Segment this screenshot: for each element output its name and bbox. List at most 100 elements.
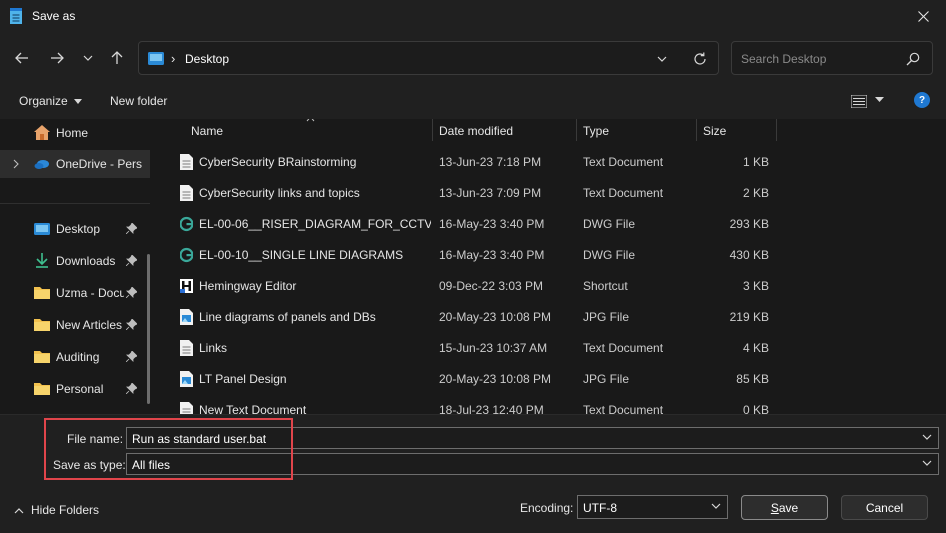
encoding-select[interactable]: UTF-8 — [577, 495, 728, 519]
new-folder-button[interactable]: New folder — [110, 94, 167, 108]
column-header-name[interactable]: Name — [170, 119, 433, 141]
breadcrumb-desktop[interactable]: Desktop — [185, 52, 229, 66]
file-size: 293 KB — [729, 217, 769, 231]
save-button[interactable]: Save — [741, 495, 828, 520]
pin-icon[interactable] — [126, 223, 137, 234]
chevron-down-icon[interactable] — [922, 460, 932, 466]
search-box[interactable]: Search Desktop — [731, 41, 933, 75]
file-date: 18-Jul-23 12:40 PM — [439, 403, 544, 414]
sidebar-item-onedrive[interactable]: OneDrive - Personal — [0, 150, 150, 178]
file-size: 1 KB — [742, 155, 769, 169]
table-row[interactable]: CyberSecurity BRainstorming 13-Jun-23 7:… — [170, 146, 946, 177]
file-size: 3 KB — [742, 279, 769, 293]
file-type: DWG File — [583, 217, 635, 231]
pin-icon[interactable] — [126, 319, 137, 330]
table-row[interactable]: Links 15-Jun-23 10:37 AM Text Document 4… — [170, 332, 946, 363]
file-name: Links — [199, 341, 228, 355]
close-icon — [917, 11, 929, 22]
arrow-left-icon — [15, 52, 28, 64]
sidebar-item-auditing[interactable]: Auditing — [0, 343, 150, 371]
folder-icon — [34, 383, 50, 395]
file-date: 20-May-23 10:08 PM — [439, 372, 552, 386]
navigation-pane: Home OneDrive - Personal Desktop Downloa… — [0, 119, 160, 414]
sidebar-item-uzma-documents[interactable]: Uzma - Documents — [0, 279, 150, 307]
view-options-caret-icon[interactable] — [875, 97, 884, 102]
chevron-down-icon[interactable] — [922, 434, 932, 440]
file-size: 2 KB — [742, 186, 769, 200]
sidebar-item-label: OneDrive - Personal — [56, 157, 142, 171]
table-row[interactable]: New Text Document 18-Jul-23 12:40 PM Tex… — [170, 394, 946, 414]
column-header-date[interactable]: Date modified — [432, 119, 577, 141]
pin-icon[interactable] — [126, 287, 137, 298]
column-label: Type — [583, 124, 610, 138]
cancel-button[interactable]: Cancel — [841, 495, 928, 520]
file-type: Shortcut — [583, 279, 628, 293]
file-size: 0 KB — [742, 403, 769, 414]
file-size: 4 KB — [742, 341, 769, 355]
sidebar-item-downloads[interactable]: Downloads — [0, 247, 150, 275]
hide-folders-button[interactable]: Hide Folders — [14, 503, 99, 517]
window-title: Save as — [32, 9, 76, 23]
column-header-type[interactable]: Type — [576, 119, 697, 141]
organize-menu[interactable]: Organize — [19, 94, 83, 108]
onedrive-cloud-icon — [34, 160, 49, 169]
download-arrow-icon — [36, 253, 48, 268]
file-name: CyberSecurity links and topics — [199, 186, 360, 200]
sidebar-scrollbar[interactable] — [147, 254, 150, 404]
column-header-size[interactable]: Size — [696, 119, 777, 141]
file-date: 15-Jun-23 10:37 AM — [439, 341, 548, 355]
table-row[interactable]: EL-00-06__RISER_DIAGRAM_FOR_CCTV_SYSTEM … — [170, 208, 946, 239]
file-name: EL-00-06__RISER_DIAGRAM_FOR_CCTV_SYSTEM — [199, 217, 431, 231]
sidebar-item-desktop[interactable]: Desktop — [0, 215, 150, 243]
help-icon[interactable]: ? — [914, 92, 930, 108]
table-row[interactable]: CyberSecurity links and topics 13-Jun-23… — [170, 177, 946, 208]
file-type: Text Document — [583, 186, 664, 200]
file-size: 219 KB — [729, 310, 769, 324]
table-row[interactable]: Hemingway Editor 09-Dec-22 3:03 PM Short… — [170, 270, 946, 301]
chevron-down-icon — [83, 55, 93, 61]
table-row[interactable]: LT Panel Design 20-May-23 10:08 PM JPG F… — [170, 363, 946, 394]
folder-icon — [34, 351, 50, 363]
arrow-up-icon — [111, 51, 123, 64]
pin-icon[interactable] — [126, 383, 137, 394]
dwg-file-icon — [180, 216, 193, 232]
highlight-annotation-box — [44, 418, 293, 480]
recent-locations-button[interactable] — [77, 47, 99, 69]
sidebar-divider — [0, 203, 150, 204]
breadcrumb-separator: › — [171, 51, 176, 66]
pin-icon[interactable] — [126, 351, 137, 362]
back-button[interactable] — [11, 47, 33, 69]
file-name: New Text Document — [199, 403, 307, 414]
sidebar-item-label: Home — [56, 126, 89, 140]
chevron-down-icon[interactable] — [655, 52, 669, 66]
file-date: 13-Jun-23 7:18 PM — [439, 155, 542, 169]
file-size: 430 KB — [729, 248, 769, 262]
sidebar-item-label: Personal — [56, 382, 104, 396]
file-name: LT Panel Design — [199, 372, 287, 386]
folder-icon — [34, 287, 50, 299]
file-date: 09-Dec-22 3:03 PM — [439, 279, 544, 293]
chevron-down-icon[interactable] — [711, 503, 721, 509]
sidebar-item-home[interactable]: Home — [0, 119, 150, 147]
text-document-icon — [180, 402, 193, 414]
forward-button[interactable] — [46, 47, 68, 69]
text-document-icon — [180, 185, 193, 201]
sidebar-item-new-articles[interactable]: New Articles — [0, 311, 150, 339]
chevron-right-icon[interactable] — [13, 159, 19, 169]
table-row[interactable]: Line diagrams of panels and DBs 20-May-2… — [170, 301, 946, 332]
text-document-icon — [180, 340, 193, 356]
hide-folders-label: Hide Folders — [31, 503, 100, 517]
refresh-icon[interactable] — [692, 51, 708, 67]
details-view-icon[interactable] — [851, 95, 867, 108]
sidebar-item-label: New Articles — [56, 318, 123, 332]
pin-icon[interactable] — [126, 255, 137, 266]
save-form: File name: Run as standard user.bat Save… — [0, 414, 946, 533]
sidebar-item-personal[interactable]: Personal — [0, 375, 150, 403]
file-type: DWG File — [583, 248, 635, 262]
close-button[interactable] — [900, 0, 946, 33]
up-button[interactable] — [106, 47, 128, 69]
address-bar[interactable]: › Desktop — [138, 41, 719, 75]
table-row[interactable]: EL-00-10__SINGLE LINE DIAGRAMS 16-May-23… — [170, 239, 946, 270]
column-divider[interactable] — [776, 119, 777, 141]
file-type: JPG File — [583, 372, 630, 386]
